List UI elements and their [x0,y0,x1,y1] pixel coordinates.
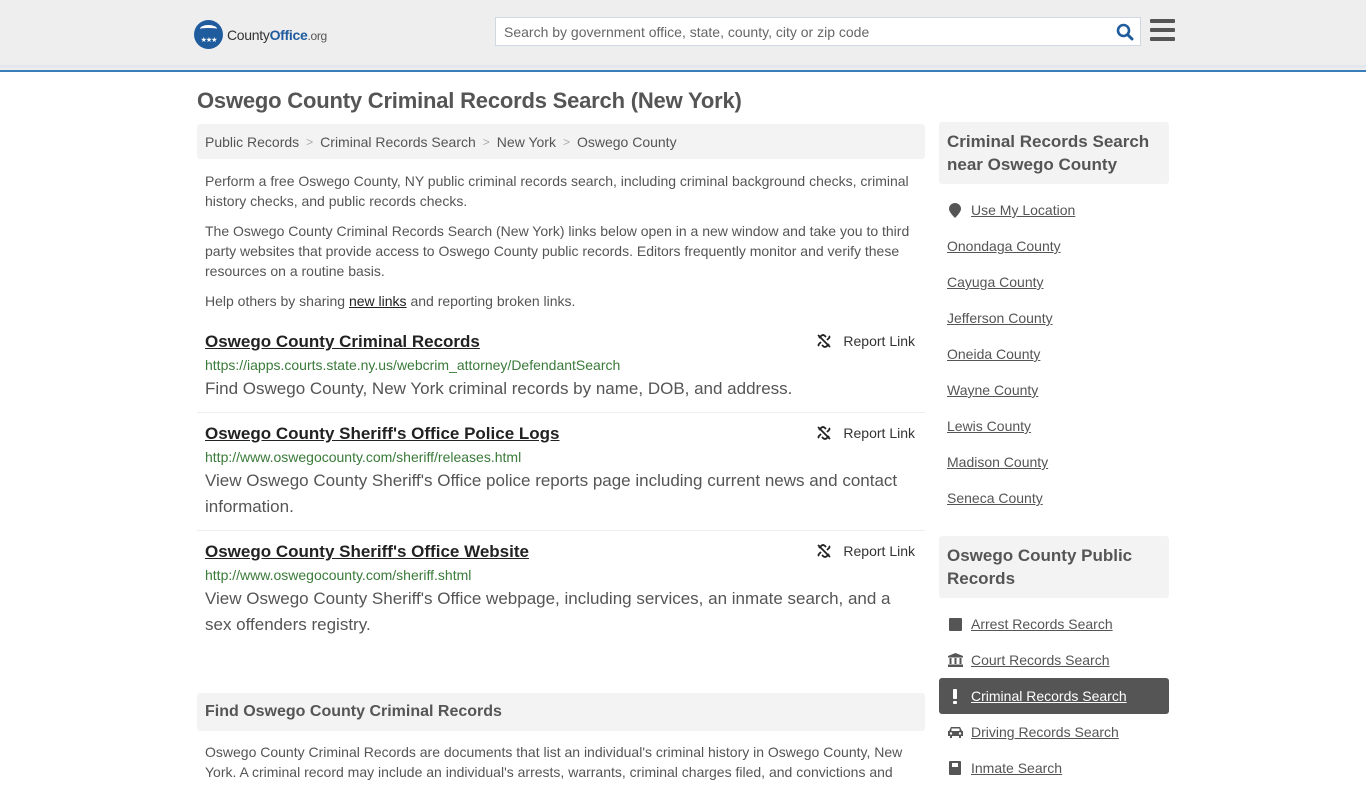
broken-link-icon [817,334,832,348]
nearby-county-link[interactable]: Jefferson County [947,310,1053,326]
resource-links: Oswego County Criminal Records Report Li… [197,331,925,648]
nearby-county-link[interactable]: Cayuga County [947,274,1044,290]
resource-link-url: https://iapps.courts.state.ny.us/webcrim… [205,357,621,373]
nearby-county-item[interactable]: Wayne County [939,372,1169,408]
map-marker-icon [947,202,963,218]
public-record-link[interactable]: Court Records Search [971,652,1110,668]
breadcrumb-separator: > [482,134,490,149]
nearby-county-item[interactable]: Cayuga County [939,264,1169,300]
find-records-body: Oswego County Criminal Records are docum… [205,744,903,780]
search-button[interactable] [1110,18,1140,45]
use-my-location-item[interactable]: Use My Location [939,192,1169,228]
find-records-heading: Find Oswego County Criminal Records [197,693,925,731]
page-title: Oswego County Criminal Records Search (N… [197,88,742,113]
courthouse-icon [947,653,963,667]
search-input[interactable] [496,18,1110,45]
resource-link-item: Oswego County Criminal Records Report Li… [197,331,925,413]
main-content: Public Records > Criminal Records Search… [197,124,925,782]
exclamation-icon [947,688,963,704]
resource-link-title[interactable]: Oswego County Criminal Records [205,331,480,353]
public-record-link[interactable]: Driving Records Search [971,724,1119,740]
share-paragraph: Help others by sharing new links and rep… [205,293,576,309]
nearby-county-link[interactable]: Lewis County [947,418,1031,434]
logo-text: CountyOffice.org [227,26,327,43]
nearby-county-item[interactable]: Madison County [939,444,1169,480]
breadcrumb-criminal-records-search[interactable]: Criminal Records Search [320,134,476,150]
inmate-icon [947,761,963,775]
search-icon [1116,23,1134,40]
broken-link-icon [817,426,832,440]
intro-paragraph: The Oswego County Criminal Records Searc… [205,223,910,279]
public-records-heading: Oswego County Public Records [939,536,1169,598]
nearby-county-link[interactable]: Oneida County [947,346,1040,362]
new-links-link[interactable]: new links [349,293,407,309]
nearby-county-item[interactable]: Onondaga County [939,228,1169,264]
breadcrumb-separator: > [306,134,314,149]
car-icon [947,726,963,738]
nearby-county-link[interactable]: Onondaga County [947,238,1061,254]
nearby-county-item[interactable]: Lewis County [939,408,1169,444]
public-record-item-inmate[interactable]: Inmate Search [939,750,1169,786]
public-record-item-arrest[interactable]: Arrest Records Search [939,606,1169,642]
site-logo[interactable]: ★★★ CountyOffice.org [194,20,327,49]
resource-link-title[interactable]: Oswego County Sheriff's Office Police Lo… [205,423,560,445]
nearby-county-item[interactable]: Jefferson County [939,300,1169,336]
broken-link-icon [817,544,832,558]
intro-paragraph: Perform a free Oswego County, NY public … [205,173,909,209]
breadcrumb-public-records[interactable]: Public Records [205,134,299,150]
public-record-item-criminal[interactable]: Criminal Records Search [939,678,1169,714]
intro: Perform a free Oswego County, NY public … [197,171,925,311]
public-record-link[interactable]: Criminal Records Search [971,688,1127,704]
breadcrumb-separator: > [562,134,570,149]
nearby-county-link[interactable]: Seneca County [947,490,1043,506]
report-link-button[interactable]: Report Link [816,425,915,441]
nearby-list: Use My Location Onondaga County Cayuga C… [939,192,1169,516]
nearby-county-item[interactable]: Seneca County [939,480,1169,516]
public-record-item-driving[interactable]: Driving Records Search [939,714,1169,750]
public-records-block: Oswego County Public Records Arrest Reco… [939,536,1169,786]
resource-link-url: http://www.oswegocounty.com/sheriff/rele… [205,449,522,465]
public-records-list: Arrest Records Search Court Records Sear… [939,606,1169,786]
report-link-button[interactable]: Report Link [816,333,915,349]
resource-link-description: Find Oswego County, New York criminal re… [205,379,793,398]
public-record-link[interactable]: Arrest Records Search [971,616,1113,632]
nearby-county-link[interactable]: Wayne County [947,382,1038,398]
nearby-heading: Criminal Records Search near Oswego Coun… [939,122,1169,184]
resource-link-description: View Oswego County Sheriff's Office webp… [205,589,891,634]
hamburger-menu-icon[interactable] [1150,19,1175,41]
square-icon [947,617,963,631]
public-record-item-court[interactable]: Court Records Search [939,642,1169,678]
search-bar [495,17,1141,46]
breadcrumb-new-york[interactable]: New York [497,134,556,150]
eagle-logo-icon: ★★★ [194,20,223,49]
breadcrumb: Public Records > Criminal Records Search… [197,124,925,159]
nearby-county-item[interactable]: Oneida County [939,336,1169,372]
site-header: ★★★ CountyOffice.org [0,0,1366,72]
resource-link-description: View Oswego County Sheriff's Office poli… [205,471,898,516]
use-my-location-link[interactable]: Use My Location [971,202,1075,218]
public-record-link[interactable]: Inmate Search [971,760,1062,776]
resource-link-url: http://www.oswegocounty.com/sheriff.shtm… [205,567,472,583]
breadcrumb-oswego-county[interactable]: Oswego County [577,134,677,150]
resource-link-item: Oswego County Sheriff's Office Website R… [197,541,925,648]
nearby-county-link[interactable]: Madison County [947,454,1048,470]
resource-link-item: Oswego County Sheriff's Office Police Lo… [197,423,925,531]
sidebar: Criminal Records Search near Oswego Coun… [939,122,1169,786]
report-link-button[interactable]: Report Link [816,543,915,559]
resource-link-title[interactable]: Oswego County Sheriff's Office Website [205,541,529,563]
